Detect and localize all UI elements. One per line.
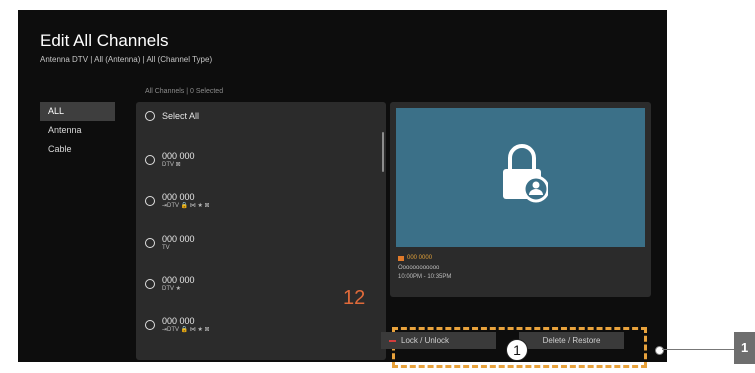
category-sidebar: ALL Antenna Cable — [40, 102, 115, 159]
lock-unlock-button[interactable]: Lock / Unlock — [381, 332, 496, 349]
channel-radio[interactable] — [145, 238, 155, 248]
lock-user-icon — [503, 144, 548, 203]
preview-program-time: 10:00PM - 10:35PM — [398, 274, 452, 280]
sidebar-item-antenna[interactable]: Antenna — [40, 121, 115, 140]
page-title: Edit All Channels — [40, 31, 169, 50]
channel-list: Select All 000 000 DTV ⊠ 000 000 ⇥DTV 🔒 … — [136, 102, 386, 360]
channel-radio[interactable] — [145, 196, 155, 206]
channel-number: 000 000 — [162, 316, 195, 326]
preview-channel: 000 0000 — [398, 255, 432, 261]
channel-row[interactable]: 000 000 ⇥DTV 🔒 ⋈ ★ ⊠ — [145, 316, 210, 334]
select-all-row[interactable]: Select All — [145, 111, 199, 121]
preview-screen — [396, 108, 645, 247]
preview-channel-number: 000 0000 — [407, 255, 433, 261]
channel-radio[interactable] — [145, 155, 155, 165]
record-icon — [398, 255, 404, 261]
select-all-label: Select All — [162, 111, 200, 121]
channel-type: ⇥DTV 🔒 ⋈ ★ ⊠ — [162, 327, 210, 333]
delete-restore-button[interactable]: Delete / Restore — [519, 332, 624, 349]
sidebar-item-all[interactable]: ALL — [40, 102, 115, 121]
channel-type: DTV ★ — [162, 286, 182, 292]
channel-number: 000 000 — [162, 234, 195, 244]
leader-line — [662, 349, 734, 350]
channel-radio[interactable] — [145, 279, 155, 289]
callout-number-12: 12 — [343, 287, 366, 309]
channel-number: 000 000 — [162, 151, 195, 161]
channel-radio[interactable] — [145, 320, 155, 330]
sidebar-item-cable[interactable]: Cable — [40, 140, 115, 159]
channel-number: 000 000 — [162, 275, 195, 285]
channel-row[interactable]: 000 000 DTV ★ — [145, 275, 195, 293]
preview-program-name: Oooooooooooo — [398, 265, 440, 271]
red-key-icon — [389, 339, 396, 342]
list-scrollbar[interactable] — [382, 132, 384, 172]
selection-count: All Channels | 0 Selected — [145, 88, 224, 95]
channel-type: TV — [162, 245, 170, 251]
tv-screen: Edit All Channels Antenna DTV | All (Ant… — [18, 10, 667, 362]
channel-preview: 000 0000 Oooooooooooo 10:00PM - 10:35PM — [390, 102, 651, 297]
page-subtitle: Antenna DTV | All (Antenna) | All (Chann… — [40, 55, 213, 64]
channel-number: 000 000 — [162, 192, 195, 202]
callout-marker-1: 1 — [506, 339, 528, 361]
leader-dot — [655, 346, 664, 355]
lock-unlock-label: Lock / Unlock — [401, 336, 450, 345]
channel-type: DTV ⊠ — [162, 162, 181, 168]
select-all-radio[interactable] — [145, 111, 155, 121]
channel-row[interactable]: 000 000 TV — [145, 234, 195, 252]
callout-tag-1: 1 — [734, 332, 755, 364]
channel-type: ⇥DTV 🔒 ⋈ ★ ⊠ — [162, 203, 210, 209]
channel-row[interactable]: 000 000 DTV ⊠ — [145, 151, 195, 169]
channel-row[interactable]: 000 000 ⇥DTV 🔒 ⋈ ★ ⊠ — [145, 192, 210, 210]
